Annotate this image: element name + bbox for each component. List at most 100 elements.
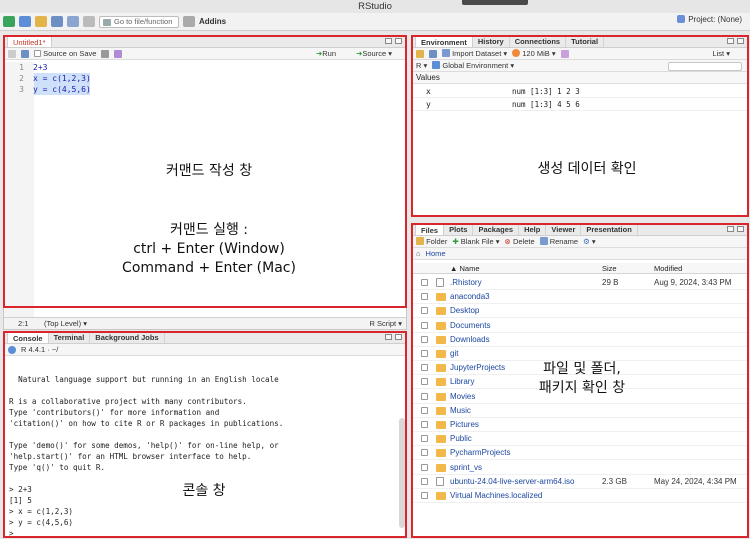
file-name[interactable]: .Rhistory (450, 276, 482, 290)
row-checkbox[interactable] (421, 477, 428, 485)
save-icon[interactable] (51, 16, 63, 27)
tab-plots[interactable]: Plots (444, 224, 474, 235)
tab-help[interactable]: Help (519, 224, 547, 235)
row-checkbox[interactable] (421, 378, 428, 386)
row-checkbox[interactable] (421, 492, 428, 499)
broom-icon[interactable] (560, 49, 569, 58)
print-icon[interactable] (83, 16, 95, 27)
minimize-icon[interactable] (727, 38, 734, 44)
row-checkbox[interactable] (421, 421, 428, 428)
search-icon[interactable] (101, 49, 110, 58)
tab-untitled1[interactable]: Untitled1* (7, 36, 52, 47)
file-name[interactable]: Documents (450, 319, 490, 333)
maximize-icon[interactable] (395, 334, 402, 340)
blank-file-button[interactable]: ✚ Blank File ▾ (452, 237, 499, 246)
file-name[interactable]: sprint_vs (450, 461, 482, 475)
row-checkbox[interactable] (421, 335, 428, 343)
console-scrollbar[interactable] (399, 418, 405, 528)
file-row[interactable]: Desktop (412, 304, 748, 319)
run-button[interactable]: ➜Run (316, 49, 336, 58)
file-row[interactable]: Virtual Machines.localized (412, 489, 748, 503)
minimize-icon[interactable] (385, 38, 392, 44)
tab-viewer[interactable]: Viewer (546, 224, 582, 235)
open-icon[interactable] (416, 49, 424, 58)
file-type-selector[interactable]: R Script ▾ (369, 318, 402, 329)
col-name[interactable]: ▲ Name (450, 263, 480, 274)
row-checkbox[interactable] (421, 350, 428, 357)
row-checkbox[interactable] (421, 279, 428, 286)
file-row[interactable]: Music (412, 404, 748, 418)
file-name[interactable]: ubuntu-24.04-live-server-arm64.iso (450, 475, 575, 489)
file-row[interactable]: Documents (412, 319, 748, 333)
maximize-icon[interactable] (737, 226, 744, 232)
save-all-icon[interactable] (67, 16, 79, 27)
maximize-icon[interactable] (395, 38, 402, 44)
file-name[interactable]: JupyterProjects (450, 361, 505, 375)
goto-file-input[interactable]: Go to file/function (99, 15, 179, 28)
row-checkbox[interactable] (421, 435, 428, 443)
row-checkbox[interactable] (421, 321, 428, 329)
file-name[interactable]: Downloads (450, 333, 490, 347)
breadcrumb-home[interactable]: Home (426, 249, 446, 258)
wand-icon[interactable] (114, 49, 123, 58)
save-icon[interactable] (429, 49, 437, 58)
file-name[interactable]: Virtual Machines.localized (450, 489, 542, 503)
new-file-icon[interactable] (3, 16, 15, 27)
console-prompt[interactable]: > (9, 528, 14, 537)
source-button[interactable]: ➜Source ▾ (356, 49, 392, 58)
memory-usage[interactable]: 120 MiB ▾ (512, 49, 556, 58)
tab-packages[interactable]: Packages (473, 224, 520, 235)
tab-connections[interactable]: Connections (510, 36, 567, 47)
tab-tutorial[interactable]: Tutorial (566, 36, 605, 47)
file-row[interactable]: Downloads (412, 333, 748, 347)
console-output[interactable]: Natural language support but running in … (4, 358, 406, 537)
grid-icon[interactable] (183, 16, 195, 27)
tab-presentation[interactable]: Presentation (581, 224, 638, 235)
file-name[interactable]: Library (450, 375, 474, 389)
row-checkbox[interactable] (421, 364, 428, 372)
file-name[interactable]: Music (450, 404, 471, 418)
source-on-save-toggle[interactable]: Source on Save (34, 49, 96, 58)
save-icon[interactable] (21, 49, 29, 58)
file-name[interactable]: Desktop (450, 304, 479, 318)
import-dataset-button[interactable]: Import Dataset ▾ (442, 49, 507, 58)
scope-dropdown[interactable]: Global Environment ▾ (432, 61, 514, 70)
rename-button[interactable]: Rename (539, 237, 578, 246)
file-name[interactable]: Pictures (450, 418, 479, 432)
col-size[interactable]: Size (602, 263, 617, 274)
maximize-icon[interactable] (737, 38, 744, 44)
view-mode-selector[interactable]: List ▾ (712, 49, 730, 58)
language-selector[interactable]: R ▾ (416, 61, 427, 70)
file-name[interactable]: PycharmProjects (450, 446, 510, 460)
file-name[interactable]: anaconda3 (450, 290, 490, 304)
file-row[interactable]: Public (412, 432, 748, 447)
tab-console[interactable]: Console (7, 332, 49, 343)
code-area[interactable]: 1 2+3 2x = c(1,2,3) 3y = c(4,5,6) (4, 62, 406, 317)
env-row[interactable]: x num [1:3] 1 2 3 (412, 86, 748, 98)
file-row[interactable]: .Rhistory 29 B Aug 9, 2024, 3:43 PM (412, 276, 748, 290)
env-row[interactable]: y num [1:3] 4 5 6 (412, 99, 748, 111)
row-checkbox[interactable] (421, 307, 428, 315)
file-name[interactable]: Movies (450, 390, 475, 404)
file-row[interactable]: ubuntu-24.04-live-server-arm64.iso 2.3 GB… (412, 475, 748, 489)
more-settings-button[interactable]: ⚙ ▾ (583, 237, 596, 246)
row-checkbox[interactable] (421, 293, 428, 301)
row-checkbox[interactable] (421, 463, 428, 471)
file-row[interactable]: sprint_vs (412, 461, 748, 475)
file-row[interactable]: Pictures (412, 418, 748, 432)
back-icon[interactable] (8, 49, 16, 58)
file-row[interactable]: PycharmProjects (412, 446, 748, 461)
tab-terminal[interactable]: Terminal (49, 332, 91, 343)
project-menu[interactable]: Project: (None) (677, 15, 742, 24)
environment-search-input[interactable] (668, 62, 742, 71)
file-name[interactable]: git (450, 347, 458, 361)
new-folder-button[interactable]: Folder (416, 237, 447, 246)
row-checkbox[interactable] (421, 449, 428, 457)
addins-menu[interactable]: Addins (199, 17, 226, 26)
tab-files[interactable]: Files (415, 224, 445, 235)
row-checkbox[interactable] (421, 406, 428, 414)
row-checkbox[interactable] (421, 392, 428, 400)
file-row[interactable]: git (412, 347, 748, 361)
tab-background-jobs[interactable]: Background Jobs (90, 332, 165, 343)
file-name[interactable]: Public (450, 432, 472, 446)
